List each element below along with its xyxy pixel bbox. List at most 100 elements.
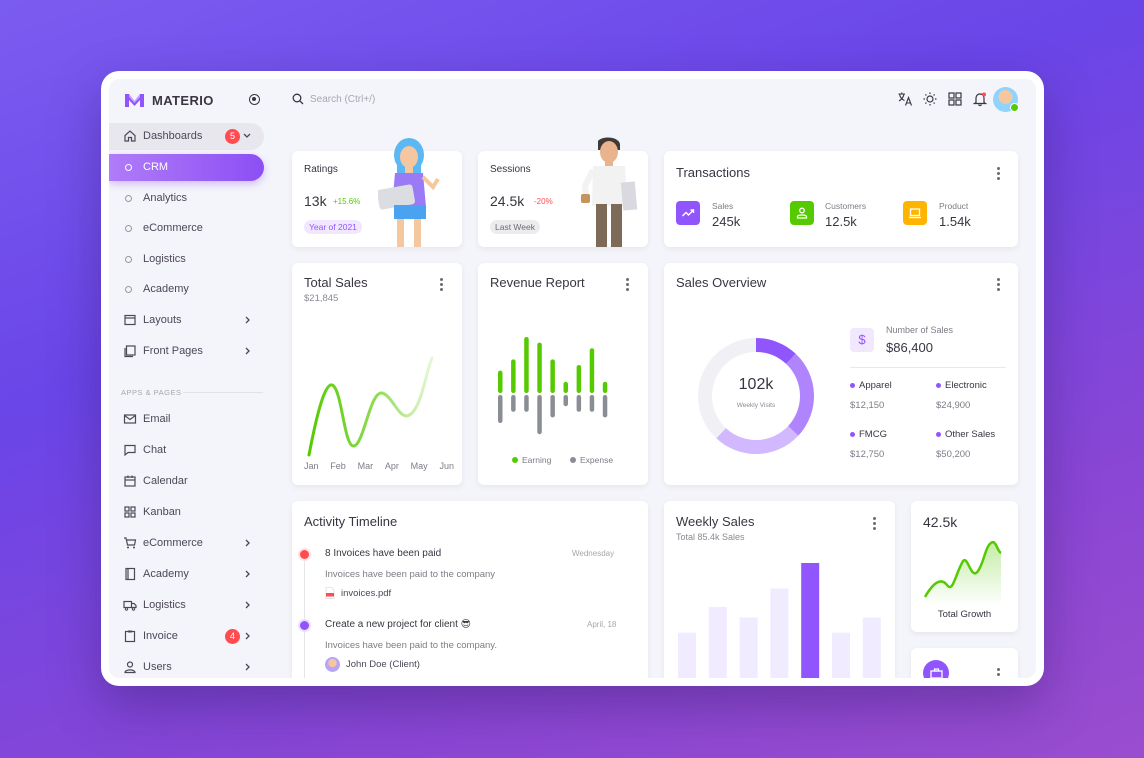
more-options-icon[interactable]: [997, 668, 1001, 678]
sidebar-item-academy[interactable]: Academy: [109, 561, 264, 588]
expense-legend: Expense: [570, 455, 613, 465]
weekly-sales-bar-chart: [678, 563, 881, 678]
timeline-item-title: 8 Invoices have been paid: [325, 548, 442, 559]
materio-logo-icon: [125, 94, 144, 107]
apparel-value: $12,150: [850, 400, 885, 411]
sidebar-item-logistics[interactable]: Logistics: [109, 592, 264, 619]
donut-center-label: Weekly Visits: [736, 402, 776, 409]
chevron-right-icon: [245, 539, 250, 547]
sun-icon[interactable]: [922, 91, 938, 107]
sidebar-item-invoice[interactable]: Invoice 4: [109, 623, 264, 650]
product-stat-label: Product: [939, 201, 969, 211]
apparel-legend-item: Apparel: [850, 380, 892, 391]
expense-bar: [576, 395, 582, 412]
circle-icon: [125, 164, 132, 171]
sidebar-item-email[interactable]: Email: [109, 406, 264, 433]
trend-icon: [676, 201, 700, 225]
user-avatar[interactable]: [993, 87, 1019, 112]
search-placeholder: Search (Ctrl+/): [310, 93, 376, 105]
total-growth-card: 42.5k Total Growth: [911, 501, 1018, 632]
sidebar-item-layouts[interactable]: Layouts: [109, 307, 264, 334]
fmcg-value: $12,750: [850, 449, 885, 460]
sidebar-item-label: Logistics: [143, 599, 186, 611]
more-options-icon[interactable]: [997, 167, 1001, 181]
weekly-sales-bar: [862, 617, 881, 678]
legend-dot: [936, 383, 941, 388]
growth-value: 42.5k: [923, 514, 958, 530]
legend-dot: [850, 432, 855, 437]
weekly-sales-card: Weekly Sales Total 85.4k Sales: [664, 501, 895, 678]
browser-frame: MATERIO Dashboards 5 CRM Analytics eComm…: [101, 71, 1044, 686]
donut-slice: [756, 338, 796, 364]
expense-bar: [511, 395, 516, 412]
growth-label: Total Growth: [937, 609, 992, 620]
chevron-right-icon: [245, 316, 250, 324]
cart-icon: [124, 537, 137, 549]
sidebar-collapse-toggle[interactable]: [249, 94, 260, 105]
earning-legend: Earning: [512, 455, 551, 465]
translate-icon[interactable]: [897, 91, 913, 107]
brand-name: MATERIO: [152, 92, 214, 108]
month-tick-label: Feb: [330, 461, 346, 471]
donut-center-value: 102k: [738, 376, 774, 393]
sidebar-item-ecommerce[interactable]: eCommerce: [109, 530, 264, 557]
legend-label: Other Sales: [945, 429, 996, 440]
mail-icon: [123, 414, 137, 424]
section-title-apps-pages: APPS & PAGES: [121, 388, 182, 397]
more-options-icon[interactable]: [997, 278, 1001, 292]
sidebar-item-logistics-dashboard[interactable]: Logistics: [109, 246, 264, 273]
sessions-change: -20%: [534, 197, 553, 206]
man-with-coffee-illustration: [581, 137, 638, 247]
earning-bar: [602, 381, 608, 393]
dollar-icon: $: [850, 328, 874, 352]
user-icon: [790, 201, 814, 225]
sidebar-item-label: Chat: [143, 444, 167, 456]
bell-icon[interactable]: [972, 91, 988, 107]
sidebar-item-chat[interactable]: Chat: [109, 437, 264, 464]
invoice-attachment[interactable]: invoices.pdf: [325, 587, 391, 599]
donut-slice: [786, 353, 814, 436]
sidebar-item-label: Dashboards: [143, 130, 203, 142]
expense-bar: [524, 395, 529, 412]
month-tick-label: May: [410, 461, 428, 471]
brand[interactable]: MATERIO: [124, 92, 214, 108]
timeline-dot-purple: [300, 621, 309, 630]
sidebar-item-academy-dashboard[interactable]: Academy: [109, 276, 264, 303]
weekly-sales-bar: [801, 563, 820, 678]
other-sales-legend-item: Other Sales: [936, 429, 995, 440]
sales-stat-value: 245k: [712, 214, 741, 229]
number-of-sales-value: $86,400: [886, 340, 933, 355]
legend-label: FMCG: [859, 429, 887, 440]
sidebar-item-calendar[interactable]: Calendar: [109, 468, 264, 495]
sidebar-item-label: Layouts: [143, 314, 182, 326]
sidebar-item-analytics[interactable]: Analytics: [109, 185, 264, 212]
sidebar-item-label: Kanban: [143, 506, 181, 518]
total-growth-sparkline: [923, 540, 1002, 606]
chevron-right-icon: [245, 347, 250, 355]
month-tick-label: Jan: [304, 461, 319, 471]
legend-dot: [850, 383, 855, 388]
activity-timeline-card: Activity Timeline 8 Invoices have been p…: [292, 501, 648, 678]
attachment-name: invoices.pdf: [341, 587, 392, 599]
expense-bar: [498, 395, 503, 423]
sidebar-item-dashboards[interactable]: Dashboards 5: [109, 123, 264, 150]
expense-legend-label: Expense: [580, 455, 614, 465]
total-sales-month-axis: Jan Feb Mar Apr May Jun: [304, 461, 454, 471]
sidebar-item-ecommerce-dashboard[interactable]: eCommerce: [109, 215, 264, 242]
sidebar-item-crm[interactable]: CRM: [109, 154, 264, 181]
sidebar-item-users[interactable]: Users: [109, 654, 264, 678]
ratings-change: +15.6%: [333, 197, 361, 206]
weekly-sales-bar: [739, 617, 758, 678]
sidebar-item-kanban[interactable]: Kanban: [109, 499, 264, 526]
sessions-card: Sessions 24.5k -20% Last Week: [478, 137, 648, 247]
apps-grid-icon[interactable]: [947, 91, 963, 107]
search-icon: [292, 93, 304, 105]
fmcg-legend-item: FMCG: [850, 429, 887, 440]
search-bar[interactable]: Search (Ctrl+/): [292, 93, 375, 105]
divider: [850, 367, 1006, 368]
timeline-line: [304, 558, 305, 678]
client-person[interactable]: John Doe (Client): [325, 657, 420, 672]
truck-icon: [123, 600, 137, 611]
sidebar-item-front-pages[interactable]: Front Pages: [109, 338, 264, 365]
earning-bar: [550, 359, 555, 393]
